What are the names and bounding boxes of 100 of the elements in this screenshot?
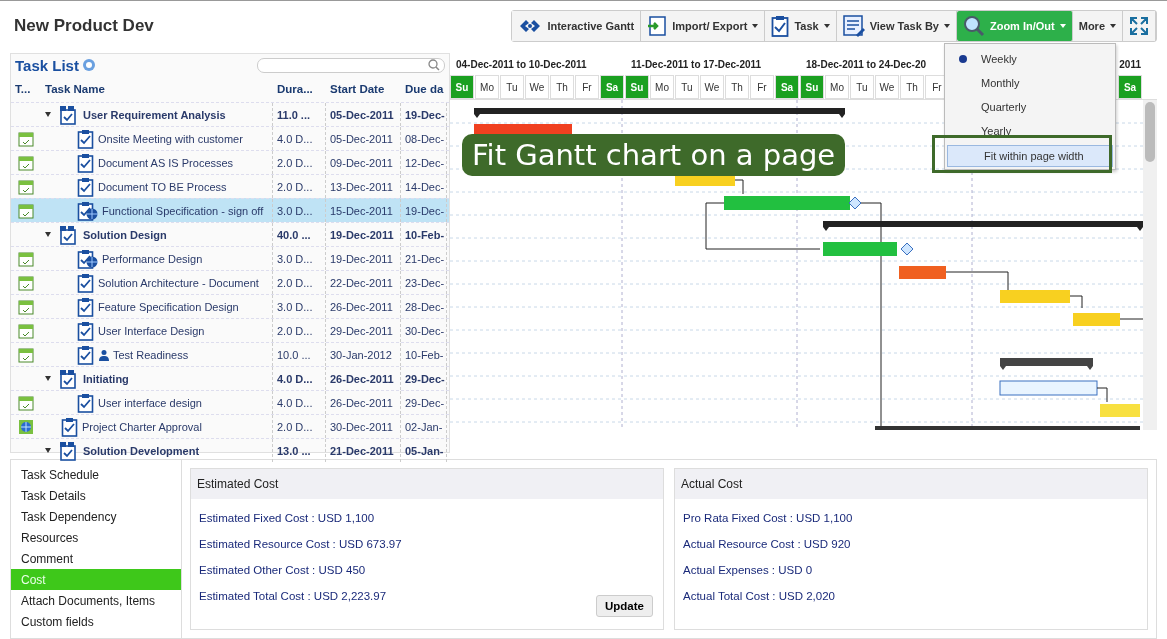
dependency-line [945, 271, 1009, 293]
panel-title: Estimated Cost [191, 469, 663, 499]
clipboard-icon [771, 15, 790, 37]
search-field[interactable] [257, 57, 445, 73]
day-header: Mo [475, 75, 499, 99]
summary-bar[interactable] [823, 221, 1143, 231]
task-name: User Requirement Analysis [83, 108, 226, 121]
task-name: User interface design [98, 396, 202, 409]
expand-arrow-icon[interactable] [45, 112, 51, 117]
calendar-icon [18, 250, 34, 267]
calendar-icon [18, 130, 34, 147]
panel-title: Actual Cost [675, 469, 1147, 499]
panel-title: Task List [15, 56, 79, 74]
task-name: Project Charter Approval [82, 420, 202, 433]
magnifier-icon [962, 15, 985, 37]
task-row[interactable]: User interface design 4.0 D... 26-Dec-2011 29-Dec- [11, 390, 449, 414]
task-row[interactable]: Feature Specification Design 3.0 D... 26-Dec-2011 28-Dec- [11, 294, 449, 318]
task-name: Initiating [83, 372, 129, 385]
person-icon [98, 348, 110, 361]
day-header: Tu [675, 75, 699, 99]
task-bar[interactable] [999, 380, 1098, 396]
clipboard-icon [77, 272, 95, 293]
task-row[interactable]: Solution Development 13.0 ... 21-Dec-2011 05-Jan- [11, 438, 449, 462]
table-cell: 29-Dec- [401, 391, 447, 414]
task-row[interactable]: Performance Design 3.0 D... 19-Dec-2011 21-Dec- [11, 246, 449, 270]
table-cell: 10-Feb- [401, 343, 447, 366]
task-row[interactable]: Document AS IS Processes 2.0 D... 09-Dec-2011 12-Dec- [11, 150, 449, 174]
column-header[interactable]: Task Name [41, 83, 273, 95]
side-menu-item[interactable]: Custom fields [11, 611, 181, 632]
scrollbar[interactable] [1143, 100, 1157, 430]
menu-item[interactable]: Weekly [945, 47, 1115, 71]
calendar-icon [18, 298, 34, 315]
table-cell: 21-Dec- [401, 247, 447, 270]
search-icon [428, 59, 440, 71]
column-header[interactable]: T... [11, 83, 41, 95]
task-row[interactable]: Solution Architecture - Document 2.0 D... 22-Dec-2011 23-Dec- [11, 270, 449, 294]
calendar-icon [18, 178, 34, 195]
gantt-icon [518, 18, 543, 34]
update-button[interactable]: Update [596, 595, 653, 617]
calendar-icon [18, 274, 34, 291]
table-cell: 12-Dec- [401, 151, 447, 174]
column-header[interactable]: Due da [401, 83, 447, 95]
expand-arrow-icon[interactable] [45, 448, 51, 453]
table-cell: 09-Dec-2011 [326, 151, 401, 174]
side-menu-item[interactable]: Task Dependency [11, 506, 181, 527]
column-header[interactable]: Start Date [326, 83, 401, 95]
side-menu-item[interactable]: Comment [11, 548, 181, 569]
expand-arrow-icon[interactable] [45, 232, 51, 237]
table-cell: 10-Feb- [401, 223, 447, 246]
window-title: New Product Dev [14, 16, 154, 36]
task-row[interactable]: Project Charter Approval 2.0 D... 30-Dec-2011 02-Jan- [11, 414, 449, 438]
day-header: Th [900, 75, 924, 99]
column-header[interactable]: Dura... [273, 83, 326, 95]
clipboard-icon [77, 392, 95, 413]
summary-bar[interactable] [474, 108, 845, 118]
table-cell: 4.0 D... [273, 391, 326, 414]
table-cell: 4.0 D... [273, 127, 326, 150]
table-cell: 2.0 D... [273, 151, 326, 174]
day-header: Su [625, 75, 649, 99]
side-menu-item[interactable]: Attach Documents, Items [11, 590, 181, 611]
table-cell: 26-Dec-2011 [326, 391, 401, 414]
day-header: Sa [600, 75, 624, 99]
side-menu-item[interactable]: Task Details [11, 485, 181, 506]
calendar-icon [18, 346, 34, 363]
menu-item[interactable]: Fit within page width [947, 145, 1113, 167]
caret-icon [823, 24, 830, 28]
clipboard-icon [77, 296, 95, 317]
toolbar-button[interactable]: Interactive Gantt [512, 11, 642, 41]
day-header: Mo [825, 75, 849, 99]
table-cell: 40.0 ... [273, 223, 326, 246]
side-menu-item[interactable]: Resources [11, 527, 181, 548]
cost-line: Estimated Other Cost : USD 450 [199, 563, 366, 578]
caret-icon [943, 24, 950, 28]
expand-arrow-icon[interactable] [45, 376, 51, 381]
calendar-icon [18, 154, 34, 171]
table-cell: 29-Dec-2011 [326, 319, 401, 342]
calendar-icon [18, 202, 34, 219]
week-header: 11-Dec-2011 to 17-Dec-2011 [630, 58, 763, 70]
task-row[interactable]: Initiating 4.0 D... 26-Dec-2011 29-Dec- [11, 366, 449, 390]
menu-item[interactable]: Yearly [945, 119, 1115, 143]
task-row[interactable]: Solution Design 40.0 ... 19-Dec-2011 10-Feb- [11, 222, 449, 246]
task-name: Solution Development [83, 444, 200, 457]
table-cell: 4.0 D... [273, 367, 326, 390]
task-row[interactable]: User Interface Design 2.0 D... 29-Dec-2011 30-Dec- [11, 318, 449, 342]
task-row[interactable]: Onsite Meeting with customer 4.0 D... 05-Dec-2011 08-Dec- [11, 126, 449, 150]
table-cell: 30-Dec-2011 [326, 415, 401, 438]
caret-icon [1059, 24, 1066, 28]
day-header: Mo [650, 75, 674, 99]
task-row[interactable]: Test Readiness 10.0 ... 30-Jan-2012 10-Feb- [11, 342, 449, 366]
table-cell: 28-Dec- [401, 295, 447, 318]
side-menu-item[interactable]: Task Schedule [11, 464, 181, 485]
task-name: Feature Specification Design [98, 300, 239, 313]
day-header: Su [800, 75, 824, 99]
task-row[interactable]: Functional Specification - sign off 3.0 D... 15-Dec-2011 19-Dec- [11, 198, 449, 222]
task-row[interactable]: User Requirement Analysis 11.0 ... 05-Dec-2011 19-Dec- [11, 102, 449, 126]
table-cell: 11.0 ... [273, 103, 326, 126]
milestone-icon [900, 242, 914, 256]
summary-bar[interactable] [1000, 358, 1093, 370]
cost-line: Estimated Fixed Cost : USD 1,100 [199, 511, 375, 526]
table-cell: 05-Jan- [401, 439, 447, 462]
